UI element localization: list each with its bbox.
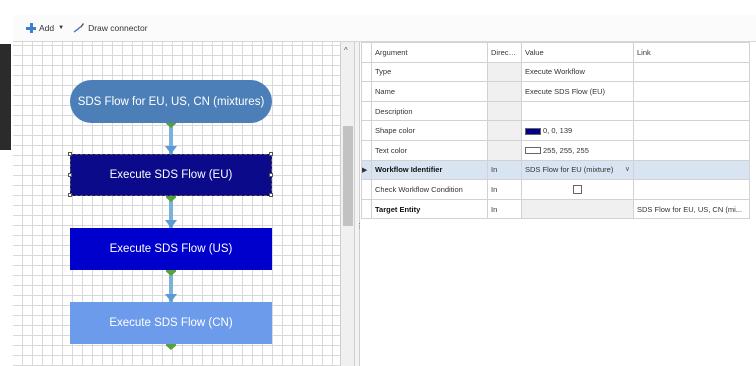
- row-direction: [487, 81, 522, 102]
- resize-handle[interactable]: [68, 193, 72, 197]
- table-row[interactable]: Description: [361, 100, 750, 122]
- resize-handle[interactable]: [269, 152, 273, 156]
- designer-toolbar: Add ▼ Draw connector: [13, 15, 756, 42]
- row-value[interactable]: [521, 198, 634, 220]
- node-label: Execute SDS Flow (US): [109, 243, 233, 255]
- workflow-identifier-dropdown[interactable]: SDS Flow for EU (mixture) ∨: [521, 159, 634, 181]
- row-value[interactable]: Execute Workflow: [521, 61, 634, 83]
- table-row[interactable]: Check Workflow Condition In: [361, 179, 750, 200]
- row-link[interactable]: [633, 179, 750, 200]
- row-argument: Type: [371, 61, 488, 83]
- resize-handle[interactable]: [269, 193, 273, 197]
- row-argument: Check Workflow Condition: [371, 179, 488, 200]
- table-row-selected[interactable]: ▶ Workflow Identifier In SDS Flow for EU…: [361, 159, 750, 181]
- arrow-head-icon: [165, 146, 177, 154]
- text-color-value: 255, 255, 255: [543, 145, 589, 155]
- node-label: SDS Flow for EU, US, CN (mixtures): [77, 95, 265, 108]
- row-argument: Workflow Identifier: [371, 159, 488, 181]
- properties-grid: Argument Direction Value Link Type Execu…: [361, 42, 750, 220]
- row-link[interactable]: [633, 61, 750, 83]
- shape-color-value: 0, 0, 139: [543, 126, 573, 136]
- row-direction: In: [487, 198, 522, 220]
- connector-pen-icon: [73, 23, 85, 33]
- table-row[interactable]: Target Entity In SDS Flow for EU, US, CN…: [361, 198, 750, 220]
- draw-connector-button[interactable]: Draw connector: [72, 22, 148, 34]
- execute-sds-us-node[interactable]: Execute SDS Flow (US): [70, 228, 272, 270]
- table-row[interactable]: Shape color 0, 0, 139: [361, 120, 750, 141]
- grid-header-row: Argument Direction Value Link: [361, 42, 750, 63]
- add-button[interactable]: Add ▼: [26, 23, 64, 33]
- row-argument: Name: [371, 81, 488, 102]
- resize-handle[interactable]: [68, 152, 72, 156]
- row-value[interactable]: Execute SDS Flow (EU): [521, 81, 634, 102]
- row-link[interactable]: [633, 139, 750, 161]
- node-label: Execute SDS Flow (EU): [109, 169, 233, 181]
- row-direction: [487, 139, 522, 161]
- row-argument: Target Entity: [371, 198, 488, 220]
- arrow-head-icon: [165, 220, 177, 228]
- table-row[interactable]: Type Execute Workflow: [361, 61, 750, 83]
- scrollbar-thumb[interactable]: [343, 126, 353, 226]
- row-value[interactable]: [521, 179, 634, 200]
- arrow-head-icon: [165, 294, 177, 302]
- draw-connector-label: Draw connector: [88, 23, 148, 33]
- execute-sds-eu-node[interactable]: Execute SDS Flow (EU): [70, 154, 272, 196]
- chevron-down-icon: ▼: [58, 25, 65, 31]
- row-link[interactable]: [633, 81, 750, 102]
- workflow-canvas[interactable]: SDS Flow for EU, US, CN (mixtures) Execu…: [13, 42, 341, 366]
- row-argument: Text color: [371, 139, 488, 161]
- shape-color-swatch[interactable]: [525, 127, 541, 135]
- table-row[interactable]: Text color 255, 255, 255: [361, 139, 750, 161]
- execute-sds-cn-node[interactable]: Execute SDS Flow (CN): [70, 302, 272, 344]
- header-direction[interactable]: Direction: [487, 42, 522, 63]
- panel-splitter[interactable]: ⋮: [355, 42, 363, 366]
- chevron-down-icon[interactable]: ∨: [625, 165, 630, 173]
- row-value[interactable]: 255, 255, 255: [521, 139, 634, 161]
- row-value[interactable]: 0, 0, 139: [521, 120, 634, 141]
- row-direction: In: [487, 159, 522, 181]
- header-argument[interactable]: Argument: [371, 42, 488, 63]
- canvas-vertical-scrollbar[interactable]: ^: [341, 42, 355, 366]
- table-row[interactable]: Name Execute SDS Flow (EU): [361, 81, 750, 102]
- row-link[interactable]: [633, 100, 750, 122]
- plus-icon: [26, 23, 36, 33]
- node-label: Execute SDS Flow (CN): [109, 317, 233, 329]
- resize-handle[interactable]: [269, 173, 273, 177]
- row-link[interactable]: SDS Flow for EU, US, CN (mi...: [633, 198, 750, 220]
- row-direction: In: [487, 179, 522, 200]
- header-value[interactable]: Value: [521, 42, 634, 63]
- add-label: Add: [39, 23, 55, 33]
- row-value[interactable]: [521, 100, 634, 122]
- side-panel-edge: [0, 44, 11, 150]
- scroll-up-icon[interactable]: ^: [344, 46, 348, 55]
- row-direction: [487, 61, 522, 83]
- check-workflow-condition-checkbox[interactable]: [573, 185, 582, 195]
- text-color-swatch[interactable]: [525, 147, 541, 155]
- row-link[interactable]: [633, 120, 750, 141]
- properties-panel: Argument Direction Value Link Type Execu…: [361, 42, 756, 366]
- row-link[interactable]: [633, 159, 750, 181]
- header-link[interactable]: Link: [633, 42, 750, 63]
- row-direction: [487, 100, 522, 122]
- row-argument: Description: [371, 100, 488, 122]
- row-selected-caret-icon: ▶: [362, 167, 368, 175]
- workflow-start-node[interactable]: SDS Flow for EU, US, CN (mixtures): [70, 80, 272, 123]
- dropdown-selected-value: SDS Flow for EU (mixture): [525, 165, 614, 175]
- resize-handle[interactable]: [68, 173, 72, 177]
- row-argument: Shape color: [371, 120, 488, 141]
- row-direction: [487, 120, 522, 141]
